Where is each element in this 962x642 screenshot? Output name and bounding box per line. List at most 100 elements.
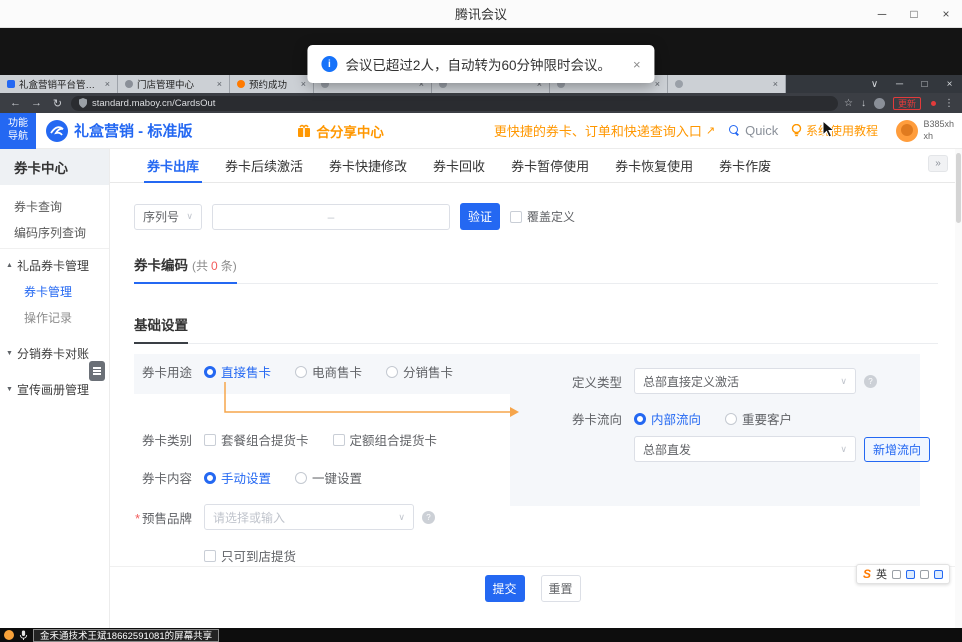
help-icon[interactable]: ? [422, 511, 435, 524]
tab-close-icon[interactable]: × [301, 79, 306, 89]
tab-card-recycle[interactable]: 券卡回收 [420, 149, 498, 182]
ime-logo-icon[interactable]: S [863, 567, 871, 581]
verify-button[interactable]: 验证 [460, 203, 500, 230]
forward-icon[interactable]: → [29, 97, 44, 109]
checkbox-fixed-combo-pickup-card[interactable]: 定额组合提货卡 [333, 430, 438, 449]
share-center-link[interactable]: 合分享中心 [297, 121, 384, 141]
scrollbar-thumb[interactable] [956, 153, 961, 223]
browser-tab-booking[interactable]: 预约成功 × [230, 75, 314, 93]
panel-collapse-icon[interactable]: » [928, 155, 948, 172]
minimize-icon[interactable]: ─ [866, 0, 898, 28]
tab-card-outbound[interactable]: 券卡出库 [134, 149, 212, 182]
browser-tab-store-admin[interactable]: 门店管理中心 × [118, 75, 230, 93]
quick-entry-link[interactable]: 更快捷的券卡、订单和快递查询入口 ↗ [494, 121, 715, 140]
radio-selected-icon [204, 472, 216, 484]
tab-card-quick-edit[interactable]: 券卡快捷修改 [316, 149, 420, 182]
tab-close-icon[interactable]: × [655, 79, 660, 89]
search-icon [729, 125, 740, 136]
ime-language-toggle[interactable]: 英 [876, 566, 887, 582]
browser-minimize-icon[interactable]: ─ [887, 75, 912, 93]
tab-close-icon[interactable]: × [217, 79, 222, 89]
back-icon[interactable]: ← [8, 97, 23, 109]
submit-button[interactable]: 提交 [485, 575, 525, 602]
tab-card-activate[interactable]: 券卡后续激活 [212, 149, 316, 182]
browser-menu-icon[interactable]: ⋮ [944, 98, 954, 109]
browser-update-button[interactable]: 更新 [893, 97, 921, 110]
radio-onekey-setup[interactable]: 一键设置 [295, 468, 362, 487]
radio-manual-setup[interactable]: 手动设置 [204, 468, 271, 487]
sidebar-item-card-query[interactable]: 券卡查询 [0, 193, 109, 219]
tab-label: 门店管理中心 [137, 77, 213, 91]
required-mark: * [135, 512, 140, 526]
external-link-icon: ↗ [706, 124, 715, 137]
tabs-menu-icon[interactable]: ∨ [862, 75, 887, 93]
sidebar-collapse-handle[interactable] [89, 361, 105, 381]
count-suffix: 条) [221, 259, 237, 273]
browser-tab-obscured[interactable]: × [668, 75, 786, 93]
page-scrollbar[interactable] [955, 149, 962, 628]
serial-type-select[interactable]: 序列号 ∨ [134, 204, 202, 230]
define-type-select[interactable]: 总部直接定义激活 ∨ [634, 368, 856, 394]
radio-internal-flow[interactable]: 内部流向 [634, 409, 701, 428]
tab-card-pause[interactable]: 券卡暂停使用 [498, 149, 602, 182]
ime-keyboard-icon[interactable] [892, 570, 901, 579]
ime-toolbox-icon[interactable] [906, 570, 915, 579]
quick-search[interactable]: Quick [729, 123, 778, 138]
bookmark-star-icon[interactable]: ☆ [844, 98, 853, 109]
tab-close-icon[interactable]: × [773, 79, 778, 89]
serial-range-input[interactable] [212, 204, 450, 230]
reset-button[interactable]: 重置 [541, 575, 581, 602]
sidebar-divider [0, 248, 109, 249]
addressbar-actions: ☆ ↓ 更新 ⋮ [844, 97, 954, 110]
help-icon[interactable]: ? [864, 375, 877, 388]
browser-window-controls: ∨ ─ □ × [862, 75, 962, 93]
presale-brand-select[interactable]: 请选择或输入 ∨ [204, 504, 414, 530]
coding-title-text: 券卡编码 [134, 258, 188, 273]
ime-skin-icon[interactable] [934, 570, 943, 579]
download-icon[interactable]: ↓ [861, 98, 866, 109]
sidebar-item-operation-log[interactable]: 操作记录 [0, 304, 109, 330]
user-account[interactable]: B385xh xh [896, 119, 954, 142]
meeting-titlebar: 腾讯会议 ─ □ × [0, 0, 962, 28]
radio-icon [386, 366, 398, 378]
tab-card-void[interactable]: 券卡作废 [706, 149, 784, 182]
radio-important-customer[interactable]: 重要客户 [725, 409, 792, 428]
radio-ecommerce-sale[interactable]: 电商售卡 [295, 362, 362, 381]
tab-close-icon[interactable]: × [105, 79, 110, 89]
radio-direct-sale[interactable]: 直接售卡 [204, 362, 271, 381]
sidebar-item-code-seq-query[interactable]: 编码序列查询 [0, 219, 109, 245]
checkbox-combo-pickup-card[interactable]: 套餐组合提货卡 [204, 430, 309, 449]
checkbox-store-pickup-only[interactable]: 只可到店提货 [204, 546, 296, 565]
close-icon[interactable]: × [930, 0, 962, 28]
ime-toolbar[interactable]: S 英 [856, 564, 950, 584]
sidebar-item-card-mgmt[interactable]: 券卡管理 [0, 278, 109, 304]
radio-distribution-sale[interactable]: 分销售卡 [386, 362, 453, 381]
browser-profile-icon[interactable] [874, 98, 885, 109]
refresh-icon[interactable]: ↻ [50, 97, 65, 110]
browser-maximize-icon[interactable]: □ [912, 75, 937, 93]
function-nav-toggle[interactable]: 功能 导航 [0, 113, 36, 149]
radio-label: 一键设置 [312, 468, 362, 487]
basic-settings-form: 券卡用途 直接售卡 电商售卡 分销售卡 [134, 354, 920, 566]
browser-tab-gift-admin[interactable]: 礼盒营销平台管理中心 × [0, 75, 118, 93]
main-tabs: 券卡出库 券卡后续激活 券卡快捷修改 券卡回收 券卡暂停使用 券卡恢复使用 券卡… [110, 149, 962, 183]
share-source-label: 金禾通技术王斌18662591081的屏幕共享 [33, 629, 219, 642]
app-logo[interactable]: 礼盒营销 - 标准版 [46, 120, 192, 142]
browser-close-icon[interactable]: × [937, 75, 962, 93]
sidebar: 券卡中心 券卡查询 编码序列查询 ▲ 礼品券卡管理 券卡管理 操作记录 ▼ 分销… [0, 149, 110, 628]
radio-icon [725, 413, 737, 425]
sidebar-group-gift-card-mgmt[interactable]: ▲ 礼品券卡管理 [0, 252, 109, 278]
tab-card-resume[interactable]: 券卡恢复使用 [602, 149, 706, 182]
tab-favicon [7, 80, 15, 88]
content-row: 券卡内容 手动设置 一键设置 [134, 468, 386, 487]
override-define-checkbox[interactable]: 覆盖定义 [510, 208, 575, 225]
ime-mic-icon[interactable] [920, 570, 929, 579]
url-bar[interactable]: standard.maboy.cn/CardsOut [71, 96, 838, 111]
toast-close-icon[interactable]: × [633, 57, 641, 72]
add-flow-button[interactable]: 新增流向 [864, 437, 930, 462]
tutorial-label: 系统使用教程 [806, 122, 878, 139]
sidebar-group-label: 分销券卡对账 [17, 345, 89, 362]
flow-select[interactable]: 总部直发 ∨ [634, 436, 856, 462]
nav-toggle-line2: 导航 [8, 131, 28, 144]
maximize-icon[interactable]: □ [898, 0, 930, 28]
